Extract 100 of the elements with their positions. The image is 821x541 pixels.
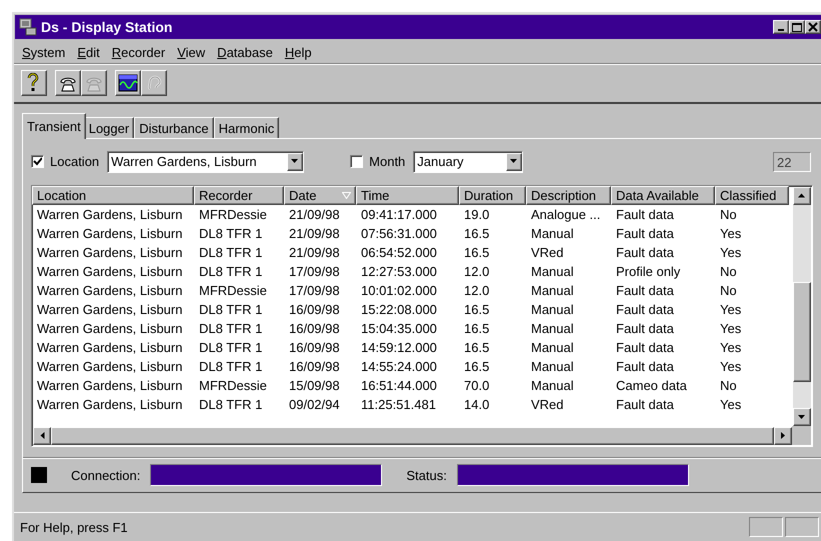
menu-item[interactable]: Database <box>217 44 273 60</box>
table-cell-text: No <box>719 376 738 395</box>
scroll-left-icon[interactable] <box>40 432 44 440</box>
table-cell-text: Warren Gardens, Lisburn <box>36 244 184 262</box>
scroll-right-icon[interactable] <box>780 432 786 440</box>
column-header[interactable]: Description <box>526 186 611 205</box>
table-cell-text: 16.5 <box>463 338 490 357</box>
table-cell-text: Warren Gardens, Lisburn <box>36 206 184 224</box>
menu-item[interactable]: Recorder <box>112 44 166 60</box>
table-cell-text: DL8 TFR 1 <box>198 300 264 319</box>
table-cell-text: 16/09/98 <box>288 358 341 376</box>
status-pane <box>749 517 783 537</box>
table-cell-text: Warren Gardens, Lisburn <box>36 376 184 395</box>
menu-item[interactable]: System <box>22 44 66 60</box>
checkbox[interactable] <box>31 155 44 168</box>
menu-item[interactable]: Edit <box>77 44 100 60</box>
table-cell-text: DL8 TFR 1 <box>198 338 264 357</box>
table-cell-text: Analogue ... <box>530 206 602 224</box>
table-cell-text: Manual <box>530 376 575 395</box>
table-cell-text: Fault data <box>615 282 675 300</box>
table-cell-text: VRed <box>530 244 565 262</box>
table-cell-text: 21/09/98 <box>288 224 341 243</box>
minimize-button[interactable] <box>773 20 789 34</box>
tab[interactable]: Disturbance <box>134 117 214 138</box>
toolbar-button[interactable] <box>21 70 47 96</box>
waveform-icon <box>118 73 138 93</box>
table-cell-text: Manual <box>530 300 575 319</box>
connection-label: Connection: <box>71 468 140 483</box>
table-cell-text: Yes <box>719 244 742 262</box>
checkbox-label: Month <box>369 154 406 170</box>
table-cell-text: 16.5 <box>463 300 490 319</box>
close-button[interactable] <box>805 20 821 34</box>
toolbar-button[interactable] <box>55 70 81 96</box>
table-cell-text: Manual <box>530 224 575 243</box>
scrollbar-corner <box>792 426 811 446</box>
table-cell-text: Warren Gardens, Lisburn <box>36 224 184 243</box>
column-header[interactable]: Location <box>32 186 194 205</box>
table-cell-text: Manual <box>530 338 575 357</box>
dropdown[interactable]: Warren Gardens, Lisburn <box>107 150 304 173</box>
toolbar-button[interactable] <box>115 70 141 96</box>
column-header[interactable]: Time <box>356 186 459 205</box>
table-cell-text: 12.0 <box>463 262 490 281</box>
vertical-scrollbar[interactable] <box>793 186 811 426</box>
table-cell-text: 12.0 <box>463 282 490 300</box>
table-cell-text: Warren Gardens, Lisburn <box>36 282 184 300</box>
menu-item[interactable]: View <box>177 44 206 60</box>
table-cell-text: Fault data <box>615 300 675 319</box>
scroll-down-icon[interactable] <box>798 414 806 420</box>
checkbox[interactable] <box>350 155 364 168</box>
table-cell-text: Manual <box>530 282 575 300</box>
table-cell-text: 16/09/98 <box>288 320 341 338</box>
table-cell-text: Yes <box>719 224 742 243</box>
tab[interactable]: Logger <box>84 117 134 138</box>
table-cell-text: 14.0 <box>463 396 490 414</box>
column-header[interactable]: Date <box>284 186 356 205</box>
table-cell-text: DL8 TFR 1 <box>198 320 264 338</box>
table-cell-text: 17/09/98 <box>288 282 341 300</box>
table-cell-text: Yes <box>719 396 742 414</box>
close-icon <box>808 22 818 32</box>
table-cell-text: Yes <box>719 338 742 357</box>
tab[interactable]: Transient <box>22 113 86 139</box>
table-cell-text: Warren Gardens, Lisburn <box>36 338 184 357</box>
checkbox-label: Location <box>50 154 100 170</box>
table-cell-text: Profile only <box>615 262 682 281</box>
table-cell-text: Cameo data <box>615 376 688 395</box>
table-cell-text: 14:55:24.000 <box>360 358 438 376</box>
table-cell-text: Fault data <box>615 396 675 414</box>
status-text: For Help, press F1 <box>20 520 129 534</box>
app-icon <box>19 18 37 36</box>
table-cell-text: 16:51:44.000 <box>360 376 438 395</box>
scroll-up-icon[interactable] <box>798 193 806 198</box>
table-cell-text: 15:22:08.000 <box>360 300 438 319</box>
maximize-button[interactable] <box>789 20 805 34</box>
table-cell-text: 09:41:17.000 <box>360 206 438 224</box>
connection-indicator <box>31 467 47 484</box>
table-cell-text: Fault data <box>615 358 675 376</box>
table-cell-text: 16/09/98 <box>288 338 341 357</box>
table-cell-text: DL8 TFR 1 <box>198 262 264 281</box>
table-cell-text: Warren Gardens, Lisburn <box>36 300 184 319</box>
table-cell-text: 15/09/98 <box>288 376 341 395</box>
table-cell-text: Manual <box>530 320 575 338</box>
table-cell-text: 11:25:51.481 <box>360 396 437 414</box>
horizontal-scrollbar[interactable] <box>33 427 792 446</box>
table-cell-text: MFRDessie <box>198 376 268 395</box>
menu-item[interactable]: Help <box>284 44 312 60</box>
table-cell-text: No <box>719 206 738 224</box>
column-header[interactable]: Duration <box>459 186 526 205</box>
column-header[interactable]: Classified <box>715 186 789 205</box>
table-cell-text: Fault data <box>615 244 675 262</box>
column-header[interactable]: Recorder <box>194 186 284 205</box>
table-cell-text: DL8 TFR 1 <box>198 244 264 262</box>
minimize-icon <box>778 29 784 31</box>
column-header[interactable]: Data Available <box>611 186 715 205</box>
table-cell-text: Yes <box>719 358 742 376</box>
dropdown[interactable]: January <box>413 150 524 173</box>
tab[interactable]: Harmonic <box>214 117 280 138</box>
table-cell-text: DL8 TFR 1 <box>198 358 264 376</box>
table-cell-text: Fault data <box>615 206 675 224</box>
record-count: 22 <box>773 152 811 172</box>
table-cell-text: MFRDessie <box>198 282 268 300</box>
